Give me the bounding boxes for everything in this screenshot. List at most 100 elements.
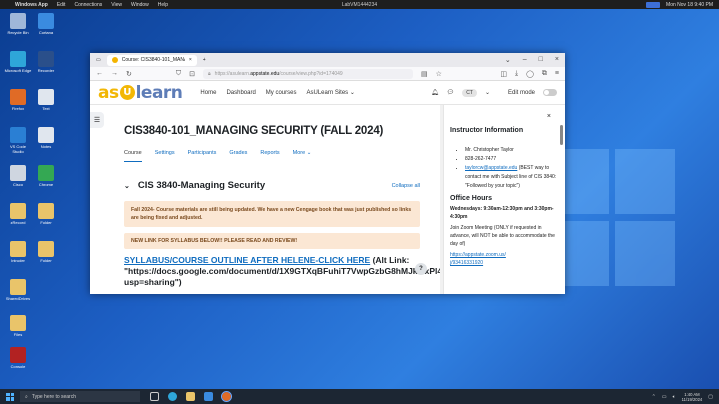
task-view-icon[interactable] <box>150 392 159 401</box>
messages-icon[interactable]: 💬︎ <box>447 89 455 96</box>
taskbar-clock[interactable]: 1:40 AM 11/19/2024 <box>682 392 703 402</box>
store-icon[interactable] <box>204 392 213 401</box>
section-title: CIS 3840-Managing Security <box>137 180 266 191</box>
list-tabs-icon[interactable]: ⌄ <box>505 56 511 64</box>
minimize-button[interactable]: – <box>523 56 527 64</box>
desktop-icon[interactable]: Recycle Bin <box>4 13 32 35</box>
course-index-button[interactable]: ☰ <box>90 112 104 128</box>
file-explorer-icon[interactable] <box>186 392 195 401</box>
tab-more[interactable]: More ⌄ <box>293 150 312 162</box>
desktop-icon-label: Microsoft Edge <box>4 68 32 73</box>
firefox-icon[interactable] <box>221 391 232 402</box>
desktop-icon[interactable]: Console <box>4 347 32 369</box>
app-icon <box>38 51 54 67</box>
reload-icon[interactable]: ↻ <box>126 70 132 78</box>
close-icon[interactable]: × <box>547 113 551 120</box>
browser-tab[interactable]: Course: CIS3840-101_MANAGING × <box>106 54 197 66</box>
instructor-name: Mr. Christopher Taylor <box>465 146 559 155</box>
edit-mode-toggle[interactable] <box>543 89 557 96</box>
desktop-icon-label: Folder <box>40 220 52 225</box>
desktop-icon[interactable]: Notes <box>32 127 60 149</box>
network-icon[interactable]: ▭ <box>662 394 667 400</box>
desktop-icon[interactable]: Recorder <box>32 51 60 73</box>
forward-icon[interactable]: → <box>111 70 118 77</box>
nav-dashboard[interactable]: Dashboard <box>226 90 255 96</box>
start-button[interactable] <box>0 392 20 401</box>
nav-sites[interactable]: AsULearn Sites ⌄ <box>306 89 354 96</box>
tab-settings[interactable]: Settings <box>155 150 175 162</box>
email-link[interactable]: taylorcw@appstate.edu <box>465 165 517 171</box>
notifications-icon[interactable]: 🔔︎ <box>431 89 439 96</box>
menu-icon[interactable]: ≡ <box>555 70 559 78</box>
notifications-icon[interactable]: ▢ <box>708 394 713 400</box>
url-bar[interactable]: 🔒︎ https://asulearn.appstate.edu/course/… <box>203 68 413 79</box>
close-tab-icon[interactable]: × <box>189 57 192 63</box>
chevron-down-icon[interactable]: ⌄ <box>124 182 130 190</box>
desktop-icon[interactable]: Firefox <box>4 89 32 111</box>
user-avatar[interactable]: CT <box>462 88 477 97</box>
tab-participants[interactable]: Participants <box>188 150 217 162</box>
new-tab-button[interactable]: + <box>203 57 206 63</box>
syllabus-link[interactable]: SYLLABUS/COURSE OUTLINE AFTER HELENE-CLI… <box>124 255 370 265</box>
maximize-button[interactable]: □ <box>539 56 543 64</box>
zoom-link[interactable]: https://appstate.zoom.us/ <box>450 251 559 259</box>
pocket-icon[interactable]: ◫ <box>500 70 507 78</box>
course-tabs: Course Settings Participants Grades Repo… <box>124 150 420 162</box>
desktop-icon[interactable]: SharedDrives <box>4 279 32 301</box>
desktop-icon[interactable]: Cisco <box>4 165 32 187</box>
collapse-all-link[interactable]: Collapse all <box>392 183 420 189</box>
asulearn-logo[interactable]: as Ulearn <box>98 83 183 103</box>
tab-grades[interactable]: Grades <box>229 150 247 162</box>
taskbar-apps <box>150 391 232 402</box>
account-icon[interactable]: ◯ <box>526 70 534 78</box>
search-box[interactable]: ⌕ Type here to search <box>20 391 140 402</box>
search-placeholder: Type here to search <box>31 393 77 400</box>
desktop-icon[interactable]: Text <box>32 89 60 111</box>
permissions-icon[interactable]: ⊡ <box>189 70 195 78</box>
desktop-icon[interactable]: Microsoft Edge <box>4 51 32 73</box>
desktop-icon-label: Cisco <box>12 182 23 187</box>
nav-home[interactable]: Home <box>200 90 216 96</box>
extensions-icon[interactable]: ⧉ <box>542 70 547 78</box>
instructor-phone: 828-262-7477 <box>465 155 559 164</box>
desktop-icon[interactable]: Chrome <box>32 165 60 187</box>
app-icon <box>10 203 26 219</box>
url-prefix: https://asulearn. <box>214 70 251 77</box>
instructor-heading: Instructor Information <box>450 127 524 134</box>
syllabus-notice: NEW LINK FOR SYLLABUS BELOW!! PLEASE REA… <box>124 233 420 249</box>
help-button[interactable]: ? <box>415 263 427 275</box>
zoom-link-2[interactable]: j/93416331920 <box>450 259 559 267</box>
edge-icon[interactable] <box>168 392 177 401</box>
desktop-icon[interactable]: Folder <box>32 241 60 263</box>
desktop-icon[interactable]: Cortana <box>32 13 60 35</box>
nav-bar: ← → ↻ ⛉ ⊡ 🔒︎ https://asulearn.appstate.e… <box>90 67 565 81</box>
volume-icon[interactable]: 🔈︎ <box>673 394 676 400</box>
desktop-icon-label: Folder <box>40 258 52 263</box>
close-window-button[interactable]: × <box>555 56 559 64</box>
desktop-icon[interactable]: zRecord <box>4 203 32 225</box>
desktop-icon[interactable]: Intruder <box>4 241 32 263</box>
hamburger-icon: ☰ <box>93 117 101 124</box>
downloads-icon[interactable]: ⤓ <box>515 70 518 78</box>
bookmark-icon[interactable]: ☆ <box>436 70 442 78</box>
system-tray: ⌃ ▭ 🔈︎ 1:40 AM 11/19/2024 ▢ <box>652 392 719 402</box>
desktop-icon[interactable]: Files <box>4 315 32 337</box>
app-icon <box>10 13 26 29</box>
nav-my-courses[interactable]: My courses <box>266 90 297 96</box>
lock-icon: 🔒︎ <box>208 70 211 77</box>
desktop-icon[interactable]: VS Code Studio <box>4 127 32 154</box>
chevron-up-icon[interactable]: ⌃ <box>652 394 656 400</box>
tab-reports[interactable]: Reports <box>260 150 279 162</box>
tab-list-icon[interactable]: ▭ <box>96 57 101 63</box>
back-icon[interactable]: ← <box>96 70 103 77</box>
app-icon <box>10 127 26 143</box>
tab-course[interactable]: Course <box>124 150 142 162</box>
url-path: /course/view.php?id=174049 <box>279 70 343 77</box>
shield-icon[interactable]: ⛉ <box>176 70 181 78</box>
reader-icon[interactable]: ▤ <box>421 70 428 78</box>
sidebar-scrollbar[interactable] <box>560 125 563 145</box>
app-icon <box>10 165 26 181</box>
main-region: CIS3840-101_MANAGING SECURITY (FALL 2024… <box>124 125 531 288</box>
desktop-icon[interactable]: Folder <box>32 203 60 225</box>
chevron-down-icon[interactable]: ⌄ <box>485 89 490 96</box>
